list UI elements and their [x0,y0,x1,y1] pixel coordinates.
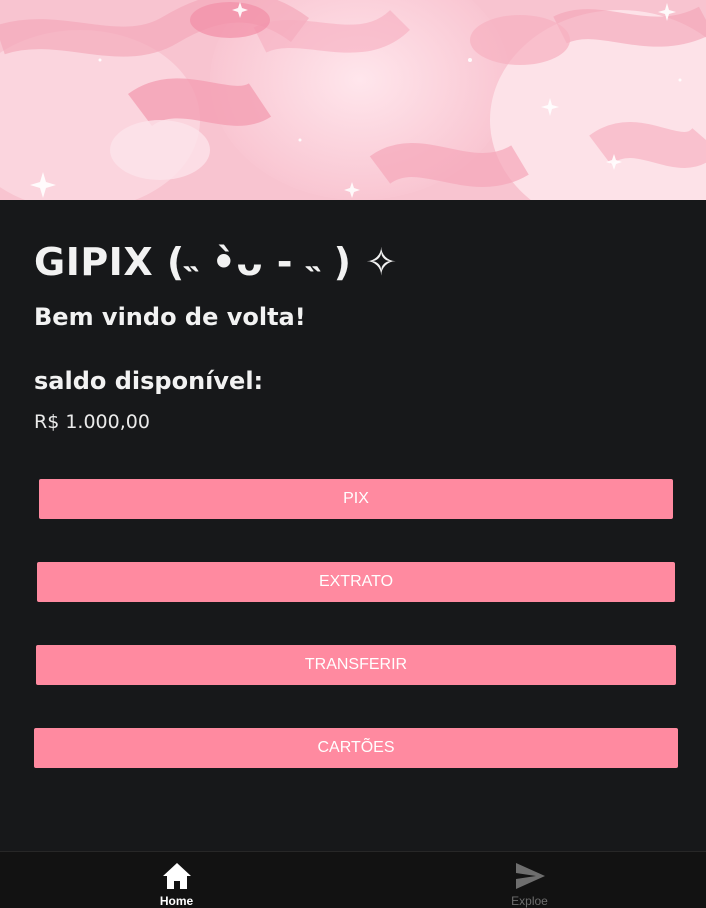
extrato-button[interactable]: EXTRATO [37,562,675,602]
tab-home[interactable]: Home [0,852,353,908]
transferir-button[interactable]: TRANSFERIR [36,645,676,685]
pix-button[interactable]: PIX [39,479,673,519]
header-banner-image [0,0,706,200]
app-screen: GIPIX (˵ •̀ᴗ - ˵ ) ✧ Bem vindo de volta!… [0,0,706,908]
tab-home-label: Home [159,894,194,908]
cartoes-button[interactable]: CARTÕES [34,728,678,768]
send-icon [514,861,546,891]
app-title: GIPIX (˵ •̀ᴗ - ˵ ) ✧ [34,240,398,284]
tab-explore[interactable]: Exploe [353,852,706,908]
home-icon [161,861,193,891]
main-content: GIPIX (˵ •̀ᴗ - ˵ ) ✧ Bem vindo de volta!… [0,200,706,851]
balance-value: R$ 1.000,00 [34,411,150,433]
bottom-tab-bar: Home Exploe [0,851,706,908]
tab-explore-label: Exploe [511,894,548,908]
balance-label: saldo disponível: [34,367,264,395]
welcome-message: Bem vindo de volta! [34,303,306,331]
